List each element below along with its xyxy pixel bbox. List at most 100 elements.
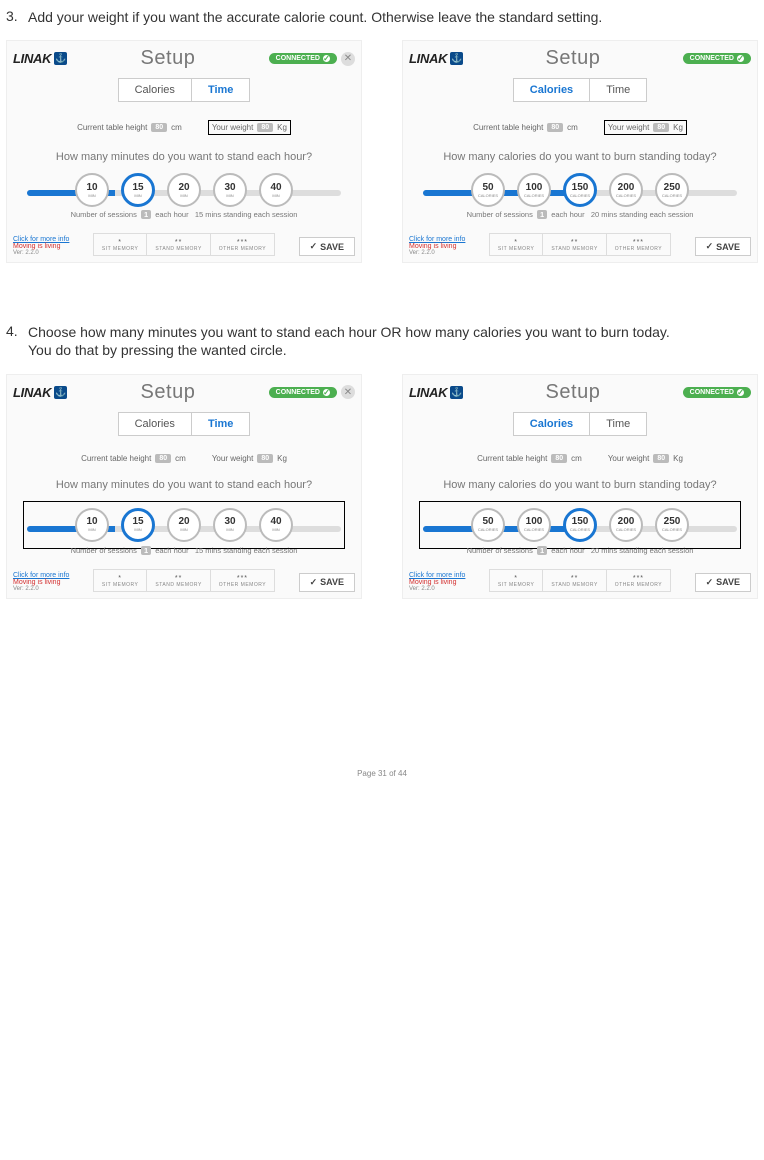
weight-field: Your weight 80 Kg	[212, 454, 287, 463]
check-icon: ✓	[310, 577, 318, 588]
moving-link[interactable]: Moving is living	[409, 243, 465, 250]
moving-link[interactable]: Moving is living	[13, 579, 69, 586]
opt-200[interactable]: 200CALORIES	[609, 508, 643, 542]
opt-250[interactable]: 250CALORIES	[655, 173, 689, 207]
tab-time[interactable]: Time	[191, 78, 250, 102]
check-icon: ✓	[706, 241, 714, 252]
opt-30[interactable]: 30MIN	[213, 508, 247, 542]
height-value[interactable]: 80	[551, 454, 567, 463]
opt-20[interactable]: 20MIN	[167, 173, 201, 207]
brand: LINAK ⚓	[409, 385, 463, 400]
tab-calories[interactable]: Calories	[118, 412, 191, 436]
stand-memory[interactable]: **STAND MEMORY	[543, 569, 606, 592]
info-link[interactable]: Click for more info	[13, 572, 69, 579]
anchor-icon: ⚓	[54, 386, 67, 399]
step-3: 3. Add your weight if you want the accur…	[6, 8, 758, 26]
table-height-field: Current table height 80 cm	[81, 454, 186, 463]
info-link[interactable]: Click for more info	[13, 236, 69, 243]
sit-memory[interactable]: *SIT MEMORY	[489, 233, 544, 256]
step-text: Choose how many minutes you want to stan…	[28, 323, 758, 359]
minute-options: 10MIN 15MIN 20MIN 30MIN 40MIN	[7, 173, 361, 207]
close-icon[interactable]: ✕	[341, 52, 355, 66]
save-button[interactable]: ✓SAVE	[695, 237, 751, 256]
height-value[interactable]: 80	[547, 123, 563, 132]
tab-time[interactable]: Time	[589, 78, 647, 102]
opt-15[interactable]: 15MIN	[121, 508, 155, 542]
table-height-field: Current table height 80 cm	[77, 120, 182, 135]
setup-panel-time: LINAK ⚓ Setup CONNECTED✓ ✕ Calories Time…	[6, 40, 362, 263]
tab-time[interactable]: Time	[589, 412, 647, 436]
sessions-text: Number of sessions 1 each hour 20 mins s…	[403, 546, 757, 555]
opt-50[interactable]: 50CALORIES	[471, 508, 505, 542]
brand: LINAK ⚓	[13, 51, 67, 66]
question-text: How many minutes do you want to stand ea…	[7, 151, 361, 163]
setup-panel-time: LINAK ⚓ Setup CONNECTED✓ ✕ Calories Time…	[6, 374, 362, 599]
anchor-icon: ⚓	[54, 52, 67, 65]
sit-memory[interactable]: *SIT MEMORY	[93, 569, 148, 592]
tab-calories[interactable]: Calories	[513, 412, 589, 436]
footer-links: Click for more info Moving is living Ver…	[409, 236, 465, 256]
status-badge: CONNECTED✓	[269, 387, 337, 398]
save-button[interactable]: ✓SAVE	[299, 237, 355, 256]
opt-15[interactable]: 15MIN	[121, 173, 155, 207]
weight-field: Your weight 80 Kg	[608, 454, 683, 463]
status-badge: CONNECTED✓	[683, 387, 751, 398]
info-link[interactable]: Click for more info	[409, 572, 465, 579]
opt-150[interactable]: 150CALORIES	[563, 508, 597, 542]
opt-200[interactable]: 200CALORIES	[609, 173, 643, 207]
opt-10[interactable]: 10MIN	[75, 508, 109, 542]
page-title: Setup	[546, 47, 601, 70]
other-memory[interactable]: ***OTHER MEMORY	[607, 233, 671, 256]
sit-memory[interactable]: *SIT MEMORY	[93, 233, 148, 256]
weight-field-highlighted: Your weight 80 Kg	[604, 120, 687, 135]
tab-calories[interactable]: Calories	[513, 78, 589, 102]
opt-50[interactable]: 50CALORIES	[471, 173, 505, 207]
close-icon[interactable]: ✕	[341, 385, 355, 399]
moving-link[interactable]: Moving is living	[409, 579, 465, 586]
height-value[interactable]: 80	[151, 123, 167, 132]
stand-memory[interactable]: **STAND MEMORY	[147, 569, 210, 592]
sessions-text: Number of sessions 1 each hour 15 mins s…	[7, 546, 361, 555]
opt-40[interactable]: 40MIN	[259, 508, 293, 542]
sessions-text: Number of sessions 1 each hour 20 mins s…	[403, 210, 757, 219]
weight-value[interactable]: 80	[653, 123, 669, 132]
weight-value[interactable]: 80	[257, 123, 273, 132]
weight-value[interactable]: 80	[653, 454, 669, 463]
sit-memory[interactable]: *SIT MEMORY	[489, 569, 544, 592]
question-text: How many calories do you want to burn st…	[403, 151, 757, 163]
info-link[interactable]: Click for more info	[409, 236, 465, 243]
opt-100[interactable]: 100CALORIES	[517, 173, 551, 207]
opt-40[interactable]: 40MIN	[259, 173, 293, 207]
moving-link[interactable]: Moving is living	[13, 243, 69, 250]
options-highlighted: 10MIN 15MIN 20MIN 30MIN 40MIN	[23, 501, 345, 549]
brand: LINAK ⚓	[409, 51, 463, 66]
step-4-screens: LINAK ⚓ Setup CONNECTED✓ ✕ Calories Time…	[6, 374, 758, 599]
stand-memory[interactable]: **STAND MEMORY	[543, 233, 606, 256]
version-text: Ver: 2.2.0	[409, 250, 465, 256]
opt-250[interactable]: 250CALORIES	[655, 508, 689, 542]
other-memory[interactable]: ***OTHER MEMORY	[607, 569, 671, 592]
height-value[interactable]: 80	[155, 454, 171, 463]
save-button[interactable]: ✓SAVE	[695, 573, 751, 592]
other-memory[interactable]: ***OTHER MEMORY	[211, 569, 275, 592]
opt-150[interactable]: 150CALORIES	[563, 173, 597, 207]
other-memory[interactable]: ***OTHER MEMORY	[211, 233, 275, 256]
tab-calories[interactable]: Calories	[118, 78, 191, 102]
version-text: Ver: 2.2.0	[409, 586, 465, 592]
opt-20[interactable]: 20MIN	[167, 508, 201, 542]
page-title: Setup	[546, 381, 601, 404]
weight-field-highlighted: Your weight 80 Kg	[208, 120, 291, 135]
step-number: 3.	[6, 8, 28, 26]
tab-time[interactable]: Time	[191, 412, 250, 436]
save-button[interactable]: ✓SAVE	[299, 573, 355, 592]
table-height-field: Current table height 80 cm	[473, 120, 578, 135]
footer-links: Click for more info Moving is living Ver…	[409, 572, 465, 592]
opt-10[interactable]: 10MIN	[75, 173, 109, 207]
minute-options: 10MIN 15MIN 20MIN 30MIN 40MIN	[30, 508, 338, 542]
calorie-options: 50CALORIES 100CALORIES 150CALORIES 200CA…	[403, 173, 757, 207]
weight-value[interactable]: 80	[257, 454, 273, 463]
step-4: 4. Choose how many minutes you want to s…	[6, 323, 758, 359]
opt-100[interactable]: 100CALORIES	[517, 508, 551, 542]
stand-memory[interactable]: **STAND MEMORY	[147, 233, 210, 256]
opt-30[interactable]: 30MIN	[213, 173, 247, 207]
